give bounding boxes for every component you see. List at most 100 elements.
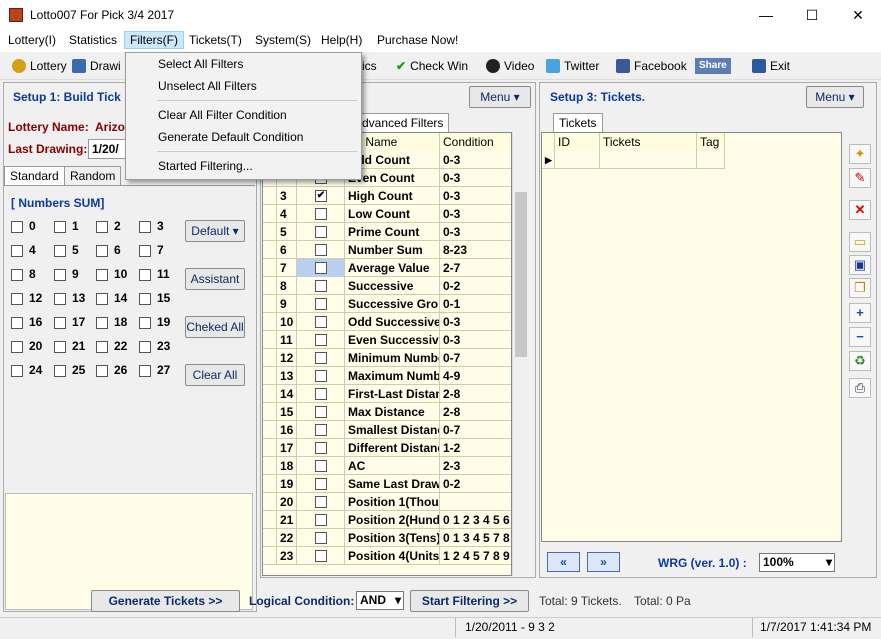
menu-clear-filter-condition[interactable]: Clear All Filter Condition bbox=[158, 108, 287, 122]
setup2-menu-button[interactable]: Menu ▾ bbox=[469, 86, 531, 108]
menu-unselect-all-filters[interactable]: Unselect All Filters bbox=[158, 79, 257, 93]
filter-condition-cell[interactable]: 0-3 bbox=[440, 313, 511, 331]
filter-checkbox[interactable] bbox=[315, 244, 327, 256]
row-selector[interactable] bbox=[263, 421, 277, 439]
save-icon[interactable]: ▣ bbox=[849, 255, 871, 275]
filter-check-cell[interactable] bbox=[297, 367, 345, 385]
filter-condition-cell[interactable]: 0-2 bbox=[440, 475, 511, 493]
zoom-select[interactable]: 100% ▾ bbox=[759, 553, 835, 572]
filter-check-cell[interactable] bbox=[297, 439, 345, 457]
sum-checkbox[interactable] bbox=[54, 317, 66, 329]
remove-icon[interactable]: − bbox=[849, 327, 871, 347]
menu-started-filtering[interactable]: Started Filtering... bbox=[158, 159, 253, 173]
filter-checkbox[interactable] bbox=[315, 514, 327, 526]
sum-checkbox[interactable] bbox=[139, 341, 151, 353]
sum-checkbox[interactable] bbox=[96, 269, 108, 281]
row-selector[interactable] bbox=[263, 187, 277, 205]
filter-row[interactable]: 10 Odd Successive 0-3 bbox=[263, 313, 511, 331]
sum-checkbox[interactable] bbox=[96, 245, 108, 257]
delete-icon[interactable]: ✕ bbox=[849, 200, 871, 220]
check-win-button[interactable]: ✔ Check Win bbox=[396, 56, 468, 76]
filter-checkbox[interactable] bbox=[315, 550, 327, 562]
menu-tickets[interactable]: Tickets(T) bbox=[189, 33, 242, 47]
menu-filters[interactable]: Filters(F) bbox=[124, 31, 184, 49]
filter-condition-cell[interactable]: 0 1 3 4 5 7 8 bbox=[440, 529, 511, 547]
row-selector[interactable] bbox=[263, 511, 277, 529]
tickets-new-row[interactable]: ▶ bbox=[542, 151, 725, 169]
row-selector[interactable] bbox=[263, 457, 277, 475]
filter-row[interactable]: 19 Same Last Draw 0-2 bbox=[263, 475, 511, 493]
filter-check-cell[interactable] bbox=[297, 529, 345, 547]
menu-help[interactable]: Help(H) bbox=[321, 33, 362, 47]
filter-condition-cell[interactable]: 2-8 bbox=[440, 385, 511, 403]
last-drawing-value[interactable]: 1/20/ bbox=[88, 139, 128, 159]
menu-generate-default-condition[interactable]: Generate Default Condition bbox=[158, 130, 303, 144]
filter-check-cell[interactable] bbox=[297, 511, 345, 529]
filter-condition-cell[interactable]: 0-2 bbox=[440, 277, 511, 295]
sum-checkbox[interactable] bbox=[96, 221, 108, 233]
filter-check-cell[interactable] bbox=[297, 349, 345, 367]
maximize-button[interactable]: ☐ bbox=[789, 0, 835, 30]
filter-row[interactable]: 22 Position 3(Tens) 0 1 3 4 5 7 8 bbox=[263, 529, 511, 547]
filter-checkbox[interactable] bbox=[315, 388, 327, 400]
sum-checkbox[interactable] bbox=[11, 365, 23, 377]
filter-checkbox[interactable] bbox=[315, 334, 327, 346]
row-selector[interactable] bbox=[263, 475, 277, 493]
tab-advanced-filters[interactable]: Advanced Filters bbox=[348, 113, 450, 132]
filter-row[interactable]: 7 Average Value 2-7 bbox=[263, 259, 511, 277]
filter-condition-cell[interactable]: 0-7 bbox=[440, 349, 511, 367]
tab-standard[interactable]: Standard bbox=[4, 166, 65, 185]
filter-row[interactable]: 23 Position 4(Units 1 2 4 5 7 8 9 bbox=[263, 547, 511, 565]
sum-checkbox[interactable] bbox=[139, 269, 151, 281]
checked-all-button[interactable]: Cheked All bbox=[185, 316, 245, 338]
filter-check-cell[interactable] bbox=[297, 313, 345, 331]
sum-checkbox[interactable] bbox=[54, 365, 66, 377]
filter-check-cell[interactable] bbox=[297, 475, 345, 493]
filter-check-cell[interactable] bbox=[297, 421, 345, 439]
twitter-button[interactable]: Twitter bbox=[546, 56, 599, 76]
menu-statistics[interactable]: Statistics bbox=[69, 33, 117, 47]
sum-checkbox[interactable] bbox=[139, 293, 151, 305]
sum-checkbox[interactable] bbox=[54, 293, 66, 305]
filter-check-cell[interactable] bbox=[297, 259, 345, 277]
logical-condition-select[interactable]: AND ▾ bbox=[356, 591, 404, 610]
menu-select-all-filters[interactable]: Select All Filters bbox=[158, 57, 243, 71]
sum-checkbox[interactable] bbox=[139, 245, 151, 257]
filter-row[interactable]: 17 Different Distanc 1-2 bbox=[263, 439, 511, 457]
filter-row[interactable]: 3 ✔ High Count 0-3 bbox=[263, 187, 511, 205]
sum-checkbox[interactable] bbox=[96, 365, 108, 377]
brush-icon[interactable]: ✎ bbox=[849, 168, 871, 188]
share-button[interactable]: Share bbox=[695, 58, 731, 74]
sum-checkbox[interactable] bbox=[11, 221, 23, 233]
filter-check-cell[interactable]: ✔ bbox=[297, 187, 345, 205]
sum-checkbox[interactable] bbox=[54, 269, 66, 281]
sum-checkbox[interactable] bbox=[96, 293, 108, 305]
default-button[interactable]: Default ▾ bbox=[185, 220, 245, 242]
filter-checkbox[interactable] bbox=[315, 532, 327, 544]
sum-checkbox[interactable] bbox=[139, 365, 151, 377]
row-selector[interactable] bbox=[263, 385, 277, 403]
filter-row[interactable]: 20 Position 1(Thou: bbox=[263, 493, 511, 511]
sum-checkbox[interactable] bbox=[139, 221, 151, 233]
ticket-cell[interactable] bbox=[600, 151, 697, 169]
minimize-button[interactable]: — bbox=[743, 0, 789, 30]
filter-condition-cell[interactable]: 0-3 bbox=[440, 169, 511, 187]
row-selector[interactable] bbox=[263, 313, 277, 331]
previous-page-icon[interactable]: « bbox=[547, 552, 580, 572]
filter-row[interactable]: 8 Successive 0-2 bbox=[263, 277, 511, 295]
row-selector[interactable] bbox=[263, 241, 277, 259]
filter-row[interactable]: 14 First-Last Distan 2-8 bbox=[263, 385, 511, 403]
row-selector[interactable] bbox=[263, 547, 277, 565]
filter-condition-cell[interactable]: 2-3 bbox=[440, 457, 511, 475]
filter-checkbox[interactable] bbox=[315, 262, 327, 274]
filter-condition-cell[interactable]: 0-1 bbox=[440, 295, 511, 313]
filter-checkbox[interactable] bbox=[315, 424, 327, 436]
close-button[interactable]: ✕ bbox=[835, 0, 881, 30]
row-selector[interactable] bbox=[263, 259, 277, 277]
row-selector[interactable] bbox=[263, 331, 277, 349]
row-selector[interactable] bbox=[263, 223, 277, 241]
row-selector[interactable] bbox=[263, 277, 277, 295]
sum-checkbox[interactable] bbox=[11, 245, 23, 257]
filter-checkbox[interactable] bbox=[315, 478, 327, 490]
filter-row[interactable]: 12 Minimum Numbe 0-7 bbox=[263, 349, 511, 367]
